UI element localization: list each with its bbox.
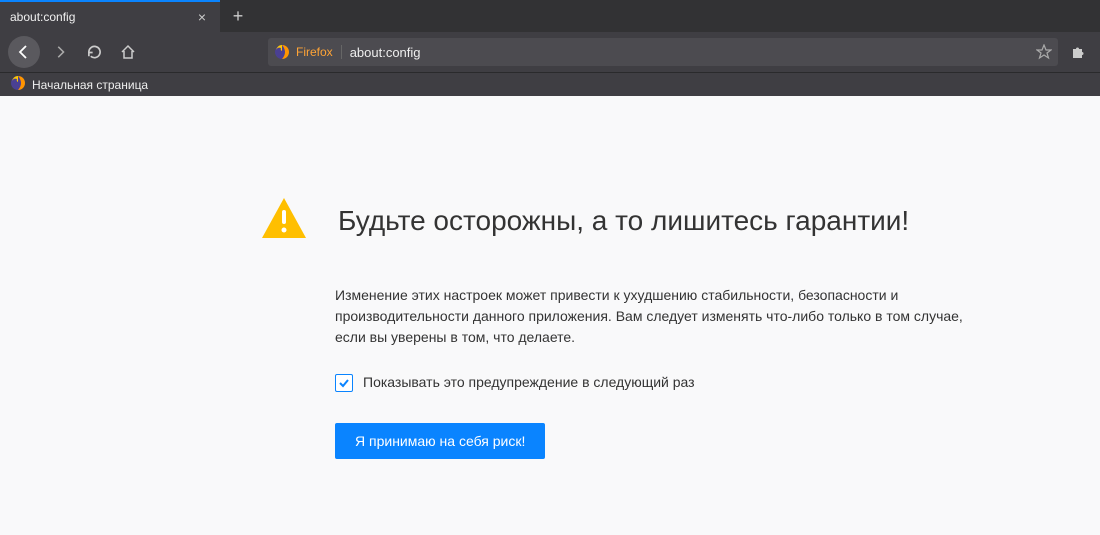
- back-button[interactable]: [8, 36, 40, 68]
- new-tab-button[interactable]: +: [220, 0, 256, 32]
- warning-title: Будьте осторожны, а то лишитесь гарантии…: [338, 205, 909, 237]
- bookmark-label: Начальная страница: [32, 78, 148, 92]
- forward-button[interactable]: [46, 38, 74, 66]
- reload-icon: [87, 45, 102, 60]
- arrow-right-icon: [53, 45, 67, 59]
- close-tab-icon[interactable]: ×: [194, 9, 210, 25]
- tab-bar: about:config × +: [0, 0, 1100, 32]
- reload-button[interactable]: [80, 38, 108, 66]
- about-config-warning: Будьте осторожны, а то лишитесь гарантии…: [0, 96, 1050, 499]
- browser-tab[interactable]: about:config ×: [0, 0, 220, 32]
- bookmark-home-page[interactable]: Начальная страница: [6, 73, 152, 96]
- url-bar[interactable]: Firefox about:config: [268, 38, 1058, 66]
- checkbox-checked-icon: [335, 374, 353, 392]
- show-warning-checkbox-row[interactable]: Показывать это предупреждение в следующи…: [335, 372, 990, 393]
- firefox-icon: [274, 44, 290, 60]
- page-content: Будьте осторожны, а то лишитесь гарантии…: [0, 96, 1100, 535]
- bookmarks-toolbar: Начальная страница: [0, 72, 1100, 96]
- bookmark-star-button[interactable]: [1036, 44, 1052, 60]
- home-icon: [120, 44, 136, 60]
- warning-triangle-icon: [260, 196, 308, 245]
- star-icon: [1036, 44, 1052, 60]
- checkbox-label: Показывать это предупреждение в следующи…: [363, 372, 695, 393]
- accept-risk-button[interactable]: Я принимаю на себя риск!: [335, 423, 545, 459]
- navigation-toolbar: Firefox about:config: [0, 32, 1100, 72]
- arrow-left-icon: [16, 44, 32, 60]
- home-button[interactable]: [114, 38, 142, 66]
- tab-title: about:config: [10, 10, 194, 24]
- extensions-button[interactable]: [1064, 38, 1092, 66]
- firefox-icon: [10, 75, 26, 94]
- warning-body-text: Изменение этих настроек может привести к…: [335, 285, 990, 348]
- url-text: about:config: [342, 45, 1036, 60]
- url-brand-label: Firefox: [296, 45, 342, 59]
- puzzle-icon: [1070, 44, 1086, 60]
